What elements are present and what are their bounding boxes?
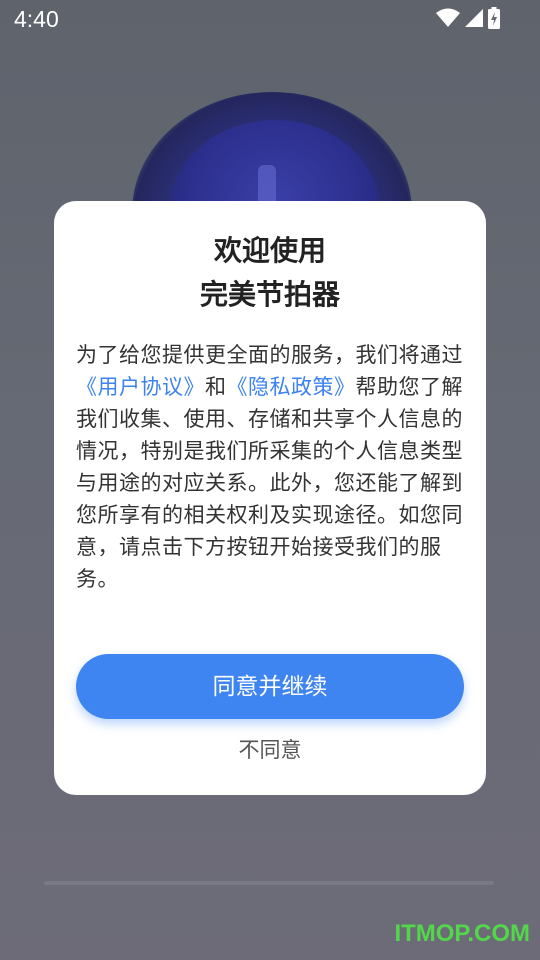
cellular-signal-icon xyxy=(464,8,484,28)
dialog-title-line2: 完美节拍器 xyxy=(199,278,340,311)
background-slider-track xyxy=(44,881,494,885)
user-agreement-link[interactable]: 《用户协议》 xyxy=(76,375,205,399)
status-time: 4:40 xyxy=(14,6,59,32)
watermark: ITMOP.COM xyxy=(394,920,530,947)
body-text-part2: 帮助您了解我们收集、使用、存储和共享个人信息的情况，特别是我们所采集的个人信息类… xyxy=(76,375,463,591)
dialog-body-text: 为了给您提供更全面的服务，我们将通过《用户协议》和《隐私政策》帮助您了解我们收集… xyxy=(76,339,468,595)
status-icons xyxy=(436,7,500,29)
body-text-part1: 为了给您提供更全面的服务，我们将通过 xyxy=(76,343,463,367)
agree-and-continue-button[interactable]: 同意并继续 xyxy=(76,654,464,719)
disagree-button[interactable]: 不同意 xyxy=(54,733,486,767)
privacy-dialog: 欢迎使用 完美节拍器 为了给您提供更全面的服务，我们将通过《用户协议》和《隐私政… xyxy=(54,201,486,795)
status-bar: 4:40 xyxy=(0,0,540,40)
privacy-policy-link[interactable]: 《隐私政策》 xyxy=(227,375,356,399)
battery-charging-icon xyxy=(488,7,500,29)
wifi-icon xyxy=(436,8,460,28)
dialog-title-line1: 欢迎使用 xyxy=(213,234,326,267)
dialog-title: 欢迎使用 完美节拍器 xyxy=(54,229,486,317)
body-text-and: 和 xyxy=(205,375,227,399)
